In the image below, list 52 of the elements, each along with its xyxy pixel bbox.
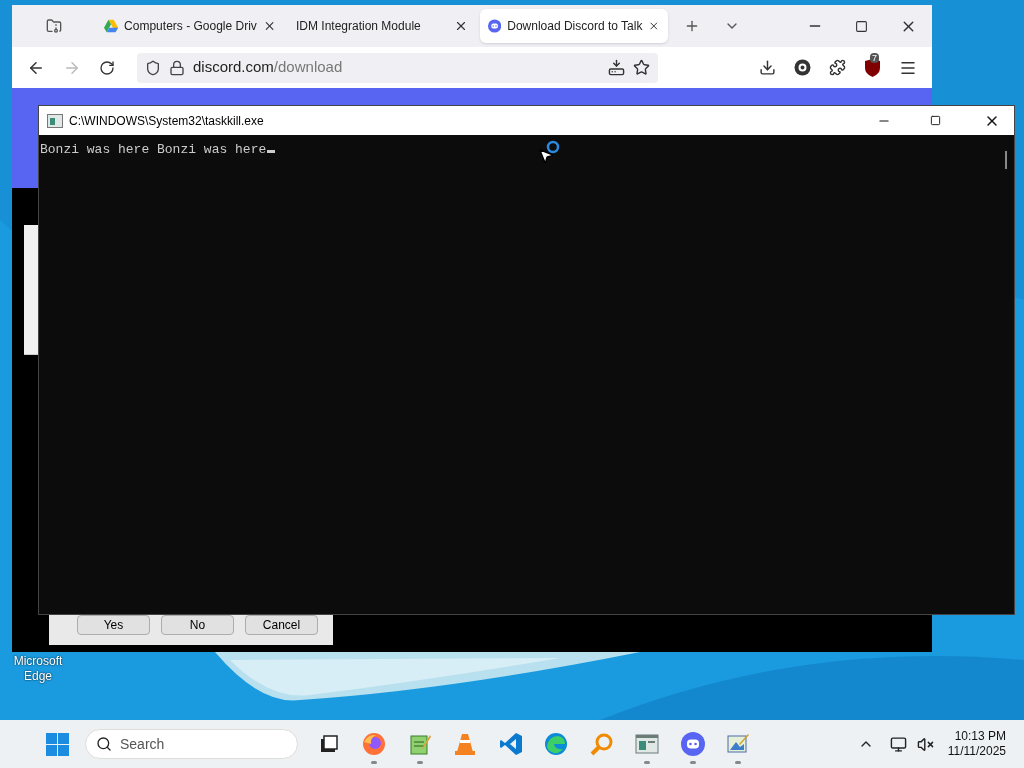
maximize-icon[interactable] <box>930 115 941 126</box>
address-bar[interactable]: discord.com/download <box>137 52 658 83</box>
chat-bubble-icon <box>680 732 705 756</box>
download-icon[interactable] <box>759 59 776 76</box>
clock[interactable]: 10:13 PM 11/11/2025 <box>947 729 1006 759</box>
mouse-pointer-icon <box>537 147 555 165</box>
fox-globe-icon[interactable] <box>362 732 387 756</box>
discord-icon <box>488 18 502 34</box>
search-placeholder: Search <box>120 734 165 754</box>
clock-time: 10:13 PM <box>954 729 1006 744</box>
console-output: Bonzi was here Bonzi was here <box>40 142 267 157</box>
tab-title: IDM Integration Module <box>296 18 422 35</box>
clock-date: 11/11/2025 <box>947 744 1006 759</box>
browser-tab[interactable]: Download Discord to Talk <box>480 9 668 43</box>
browser-tab[interactable]: Computers - Google Driv <box>96 9 284 43</box>
triangle-logo-icon <box>104 19 119 33</box>
console-window-icon <box>47 113 63 128</box>
window-title: C:\WINDOWS\System32\taskkill.exe <box>69 112 264 130</box>
text-cursor <box>267 150 276 153</box>
dialog-button[interactable]: Yes <box>77 615 150 635</box>
code-editor-icon[interactable] <box>498 732 523 756</box>
paint-picture-icon[interactable] <box>726 732 751 756</box>
wave-globe-icon[interactable] <box>544 732 569 756</box>
tab-list-icon[interactable] <box>46 18 62 34</box>
loading-ring-icon <box>546 140 560 154</box>
lock-icon[interactable] <box>169 59 185 76</box>
new-tab-icon[interactable] <box>684 18 700 34</box>
close-tab-icon[interactable] <box>454 19 468 33</box>
shield-icon[interactable] <box>145 59 161 76</box>
search-icon <box>96 736 112 752</box>
url-text: discord.com/download <box>193 57 344 78</box>
extensions-icon[interactable] <box>829 59 846 76</box>
window-app-icon[interactable] <box>635 733 660 755</box>
tab-title: Computers - Google Driv <box>124 18 257 35</box>
traffic-cone-icon[interactable] <box>454 732 477 756</box>
muted-speaker-icon[interactable] <box>916 735 934 753</box>
reload-icon[interactable] <box>99 59 115 76</box>
window-stack-icon[interactable] <box>318 734 339 754</box>
notepad-icon[interactable] <box>407 732 432 756</box>
tray-download-icon[interactable] <box>608 59 625 76</box>
circle-o-icon[interactable] <box>794 59 811 76</box>
search-field[interactable]: Search <box>85 729 298 759</box>
close-tab-icon[interactable] <box>648 19 660 33</box>
browser-tab[interactable]: IDM Integration Module <box>288 9 476 43</box>
dialog-button[interactable]: Cancel <box>245 615 318 635</box>
tab-title: Download Discord to Talk <box>507 18 643 35</box>
start-icon[interactable] <box>46 732 69 756</box>
maximize-icon[interactable] <box>855 19 868 33</box>
extension-badge: 7 <box>870 52 879 63</box>
dialog-button[interactable]: No <box>161 615 234 635</box>
network-icon[interactable] <box>889 735 907 753</box>
bookmark-star-icon[interactable] <box>633 59 650 76</box>
